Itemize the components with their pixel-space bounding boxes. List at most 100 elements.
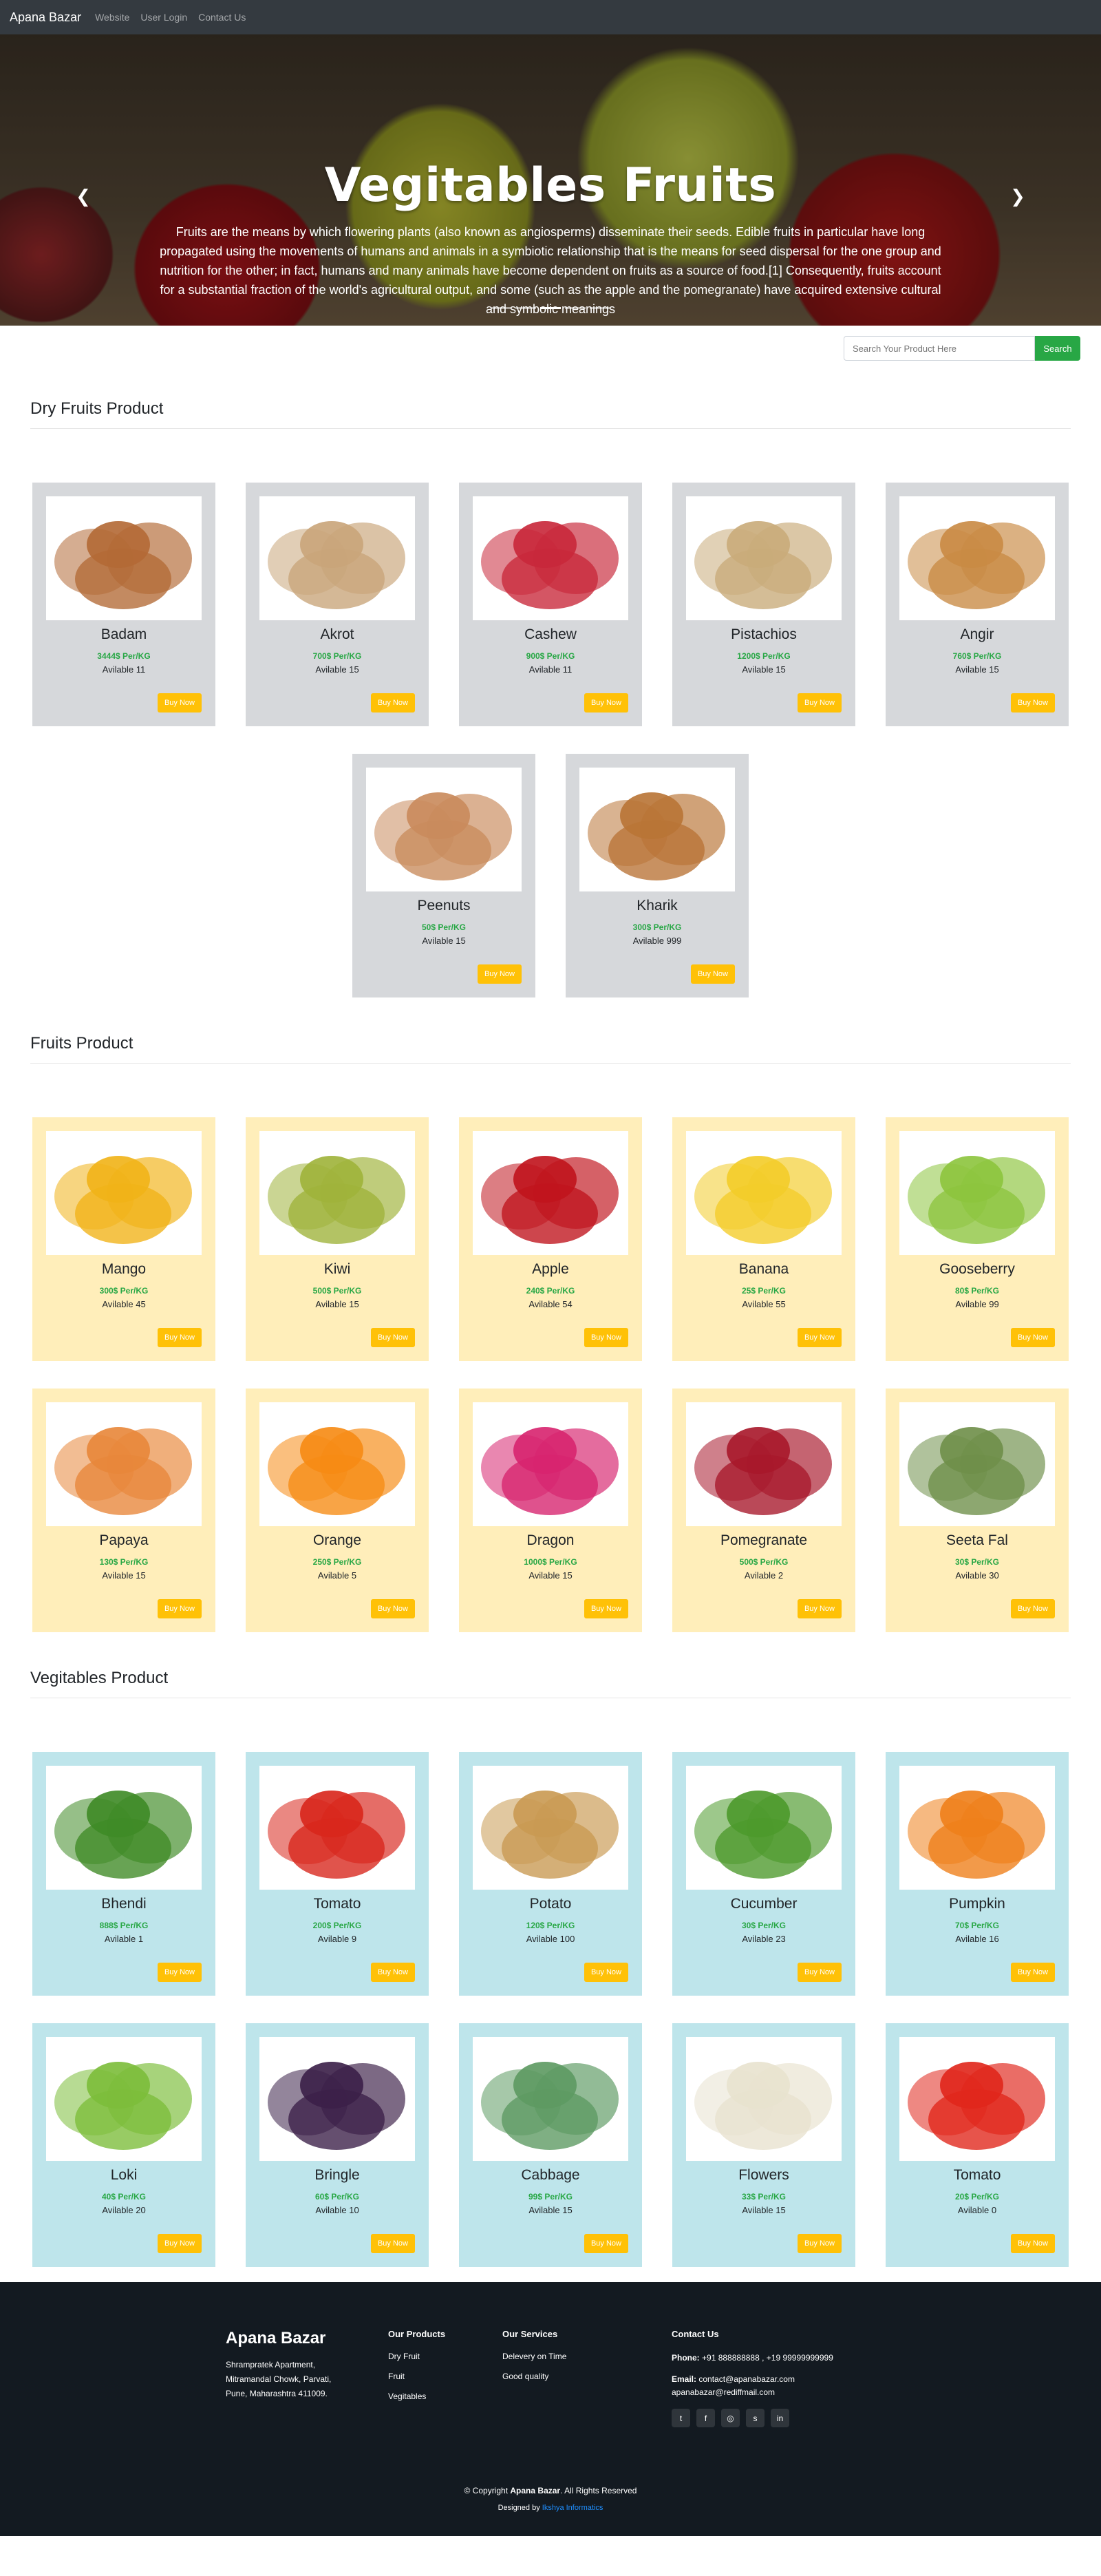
linkedin-icon[interactable]: in: [771, 2409, 789, 2427]
buy-now-button[interactable]: Buy Now: [370, 1599, 415, 1618]
buy-now-button[interactable]: Buy Now: [797, 1328, 842, 1347]
buy-now-button[interactable]: Buy Now: [157, 1328, 202, 1347]
buy-now-button[interactable]: Buy Now: [157, 1963, 202, 1982]
buy-now-button[interactable]: Buy Now: [584, 693, 628, 712]
buy-now-button[interactable]: Buy Now: [157, 2234, 202, 2253]
carousel-indicator[interactable]: [565, 307, 586, 309]
product-image: [259, 2037, 415, 2161]
carousel-indicator[interactable]: [515, 307, 536, 309]
product-image-graphic: [374, 792, 512, 880]
product-name: Peenuts: [417, 898, 471, 914]
product-price: 30$ Per/KG: [954, 1557, 1000, 1567]
buy-now-button[interactable]: Buy Now: [370, 1328, 415, 1347]
product-image-graphic: [481, 1791, 619, 1879]
product-price: 700$ Per/KG: [312, 651, 362, 661]
product-image-graphic: [54, 521, 192, 609]
product-availability: Avilable 23: [742, 1934, 786, 1944]
product-price: 33$ Per/KG: [741, 2192, 787, 2202]
buy-now-button[interactable]: Buy Now: [1010, 693, 1055, 712]
product-image-graphic: [908, 1791, 1045, 1879]
product-grid: Badam 3444$ Per/KG Avilable 11 Buy Now Akrot…: [30, 483, 1071, 997]
buy-now-button[interactable]: Buy Now: [1010, 1328, 1055, 1347]
buy-now-button[interactable]: Buy Now: [370, 1963, 415, 1982]
buy-now-button[interactable]: Buy Now: [584, 1328, 628, 1347]
product-image: [579, 768, 735, 891]
footer-service-delivery[interactable]: Delevery on Time: [502, 2352, 617, 2361]
buy-now-button[interactable]: Buy Now: [370, 2234, 415, 2253]
product-image-graphic: [588, 792, 725, 880]
buy-now-button[interactable]: Buy Now: [797, 693, 842, 712]
nav-link-contact-us[interactable]: Contact Us: [198, 12, 246, 23]
product-image: [473, 1766, 628, 1890]
buy-now-button[interactable]: Buy Now: [157, 693, 202, 712]
search-button[interactable]: Search: [1035, 336, 1080, 361]
product-card: Angir 760$ Per/KG Avilable 15 Buy Now: [886, 483, 1069, 726]
buy-now-button[interactable]: Buy Now: [797, 2234, 842, 2253]
buy-now-button[interactable]: Buy Now: [370, 693, 415, 712]
product-card: Peenuts 50$ Per/KG Avilable 15 Buy Now: [352, 754, 535, 997]
phone-label: Phone:: [672, 2353, 700, 2363]
buy-now-button[interactable]: Buy Now: [584, 1963, 628, 1982]
footer-link-vegitables[interactable]: Vegitables: [388, 2392, 502, 2401]
product-image-shape: [940, 521, 1003, 568]
navbar: Apana Bazar Website User Login Contact U…: [0, 0, 1101, 34]
carousel-indicator[interactable]: [540, 307, 561, 309]
product-image: [473, 1402, 628, 1526]
product-name: Tomato: [313, 1896, 361, 1912]
product-image-shape: [87, 1427, 150, 1474]
buy-now-button[interactable]: Buy Now: [584, 1599, 628, 1618]
product-image-shape: [513, 1156, 577, 1203]
footer-service-quality[interactable]: Good quality: [502, 2372, 617, 2381]
buy-now-button[interactable]: Buy Now: [157, 1599, 202, 1618]
navbar-brand[interactable]: Apana Bazar: [10, 10, 81, 25]
product-image-graphic: [268, 1427, 405, 1515]
product-availability: Avilable 45: [102, 1299, 146, 1309]
twitter-icon[interactable]: t: [672, 2409, 690, 2427]
buy-now-button[interactable]: Buy Now: [1010, 1599, 1055, 1618]
buy-now-button[interactable]: Buy Now: [797, 1599, 842, 1618]
footer-services-title: Our Services: [502, 2329, 558, 2339]
product-availability: Avilable 15: [528, 1570, 573, 1581]
email-value[interactable]: contact@apanabazar.com: [698, 2374, 795, 2384]
product-card: Cabbage 99$ Per/KG Avilable 15 Buy Now: [459, 2023, 642, 2267]
instagram-icon[interactable]: ◎: [721, 2409, 740, 2427]
footer-services: Our Services Delevery on Time Good quali…: [502, 2329, 617, 2427]
product-image: [473, 2037, 628, 2161]
product-name: Tomato: [953, 2167, 1001, 2183]
product-availability: Avilable 5: [317, 1570, 357, 1581]
buy-now-button[interactable]: Buy Now: [477, 964, 522, 984]
carousel-indicators: [0, 307, 1101, 309]
product-price: 40$ Per/KG: [101, 2192, 147, 2202]
carousel-indicator[interactable]: [491, 307, 511, 309]
buy-now-button[interactable]: Buy Now: [690, 964, 735, 984]
buy-now-button[interactable]: Buy Now: [584, 2234, 628, 2253]
product-name: Flowers: [738, 2167, 789, 2183]
product-image-shape: [513, 1791, 577, 1837]
designer-link[interactable]: Ikshya Informatics: [542, 2504, 603, 2512]
product-image-shape: [300, 1791, 363, 1837]
chevron-right-icon[interactable]: ❯: [1007, 186, 1028, 207]
copyright-brand: Apana Bazar: [510, 2486, 561, 2495]
product-name: Bringle: [314, 2167, 360, 2183]
product-image: [899, 2037, 1055, 2161]
facebook-icon[interactable]: f: [696, 2409, 715, 2427]
designed-by: Designed by Ikshya Informatics: [0, 2504, 1101, 2512]
buy-now-button[interactable]: Buy Now: [797, 1963, 842, 1982]
search-input[interactable]: [844, 336, 1035, 361]
product-name: Akrot: [320, 626, 354, 642]
copyright-prefix: © Copyright: [464, 2486, 509, 2495]
buy-now-button[interactable]: Buy Now: [1010, 1963, 1055, 1982]
email-value-2[interactable]: apanabazar@rediffmail.com: [672, 2387, 775, 2397]
footer-link-dry-fruit[interactable]: Dry Fruit: [388, 2352, 502, 2361]
buy-now-button[interactable]: Buy Now: [1010, 2234, 1055, 2253]
product-card: Cashew 900$ Per/KG Avilable 11 Buy Now: [459, 483, 642, 726]
nav-link-user-login[interactable]: User Login: [140, 12, 187, 23]
chevron-left-icon[interactable]: ❮: [73, 186, 94, 207]
footer-link-fruit[interactable]: Fruit: [388, 2372, 502, 2381]
product-card: Dragon 1000$ Per/KG Avilable 15 Buy Now: [459, 1389, 642, 1632]
product-image-graphic: [268, 2062, 405, 2150]
product-card: Pomegranate 500$ Per/KG Avilable 2 Buy Now: [672, 1389, 855, 1632]
skype-icon[interactable]: s: [746, 2409, 765, 2427]
carousel-indicator[interactable]: [590, 307, 610, 309]
nav-link-website[interactable]: Website: [95, 12, 129, 23]
